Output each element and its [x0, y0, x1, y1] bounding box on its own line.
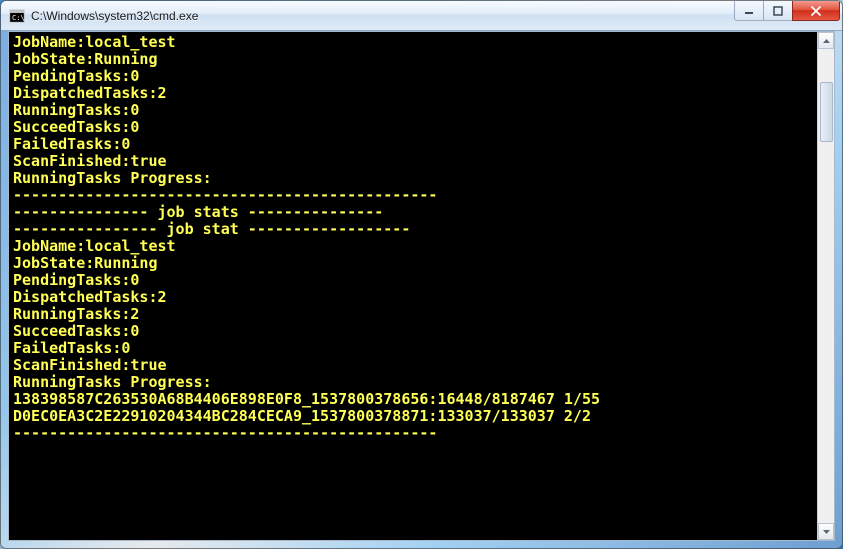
terminal-line: JobState:Running: [13, 51, 813, 68]
terminal-line: RunningTasks:2: [13, 306, 813, 323]
terminal-line: RunningTasks Progress:: [13, 374, 813, 391]
terminal-line: DispatchedTasks:2: [13, 85, 813, 102]
window-controls: [735, 1, 840, 30]
terminal-line: PendingTasks:0: [13, 68, 813, 85]
terminal-line: ScanFinished:true: [13, 153, 813, 170]
terminal-line: SucceedTasks:0: [13, 323, 813, 340]
terminal-line: ----------------------------------------…: [13, 187, 813, 204]
terminal-line: ----------------------------------------…: [13, 425, 813, 442]
minimize-button[interactable]: [734, 1, 764, 21]
app-icon: C:\: [9, 8, 25, 24]
titlebar[interactable]: C:\ C:\Windows\system32\cmd.exe: [1, 1, 842, 31]
scroll-thumb[interactable]: [820, 82, 833, 142]
terminal-line: DispatchedTasks:2: [13, 289, 813, 306]
terminal-line: RunningTasks Progress:: [13, 170, 813, 187]
terminal-container: JobName:local_testJobState:RunningPendin…: [8, 31, 835, 541]
terminal-line: --------------- job stats --------------…: [13, 204, 813, 221]
scroll-down-button[interactable]: [818, 523, 834, 540]
terminal-line: JobName:local_test: [13, 34, 813, 51]
terminal-line: JobState:Running: [13, 255, 813, 272]
terminal-line: 138398587C263530A68B4406E898E0F8_1537800…: [13, 391, 813, 408]
terminal-line: D0EC0EA3C2E22910204344BC284CECA9_1537800…: [13, 408, 813, 425]
terminal-line: JobName:local_test: [13, 238, 813, 255]
maximize-button[interactable]: [763, 1, 793, 21]
terminal-line: ScanFinished:true: [13, 357, 813, 374]
terminal-line: FailedTasks:0: [13, 340, 813, 357]
application-window: C:\ C:\Windows\system32\cmd.exe JobName:…: [0, 0, 843, 549]
terminal-line: SucceedTasks:0: [13, 119, 813, 136]
close-button[interactable]: [792, 1, 840, 21]
scroll-up-button[interactable]: [818, 32, 834, 49]
svg-text:C:\: C:\: [12, 14, 25, 22]
terminal-line: RunningTasks:0: [13, 102, 813, 119]
terminal-line: PendingTasks:0: [13, 272, 813, 289]
terminal-output[interactable]: JobName:local_testJobState:RunningPendin…: [9, 32, 817, 540]
vertical-scrollbar[interactable]: [817, 32, 834, 540]
window-title: C:\Windows\system32\cmd.exe: [31, 9, 735, 23]
terminal-line: FailedTasks:0: [13, 136, 813, 153]
terminal-line: ---------------- job stat --------------…: [13, 221, 813, 238]
